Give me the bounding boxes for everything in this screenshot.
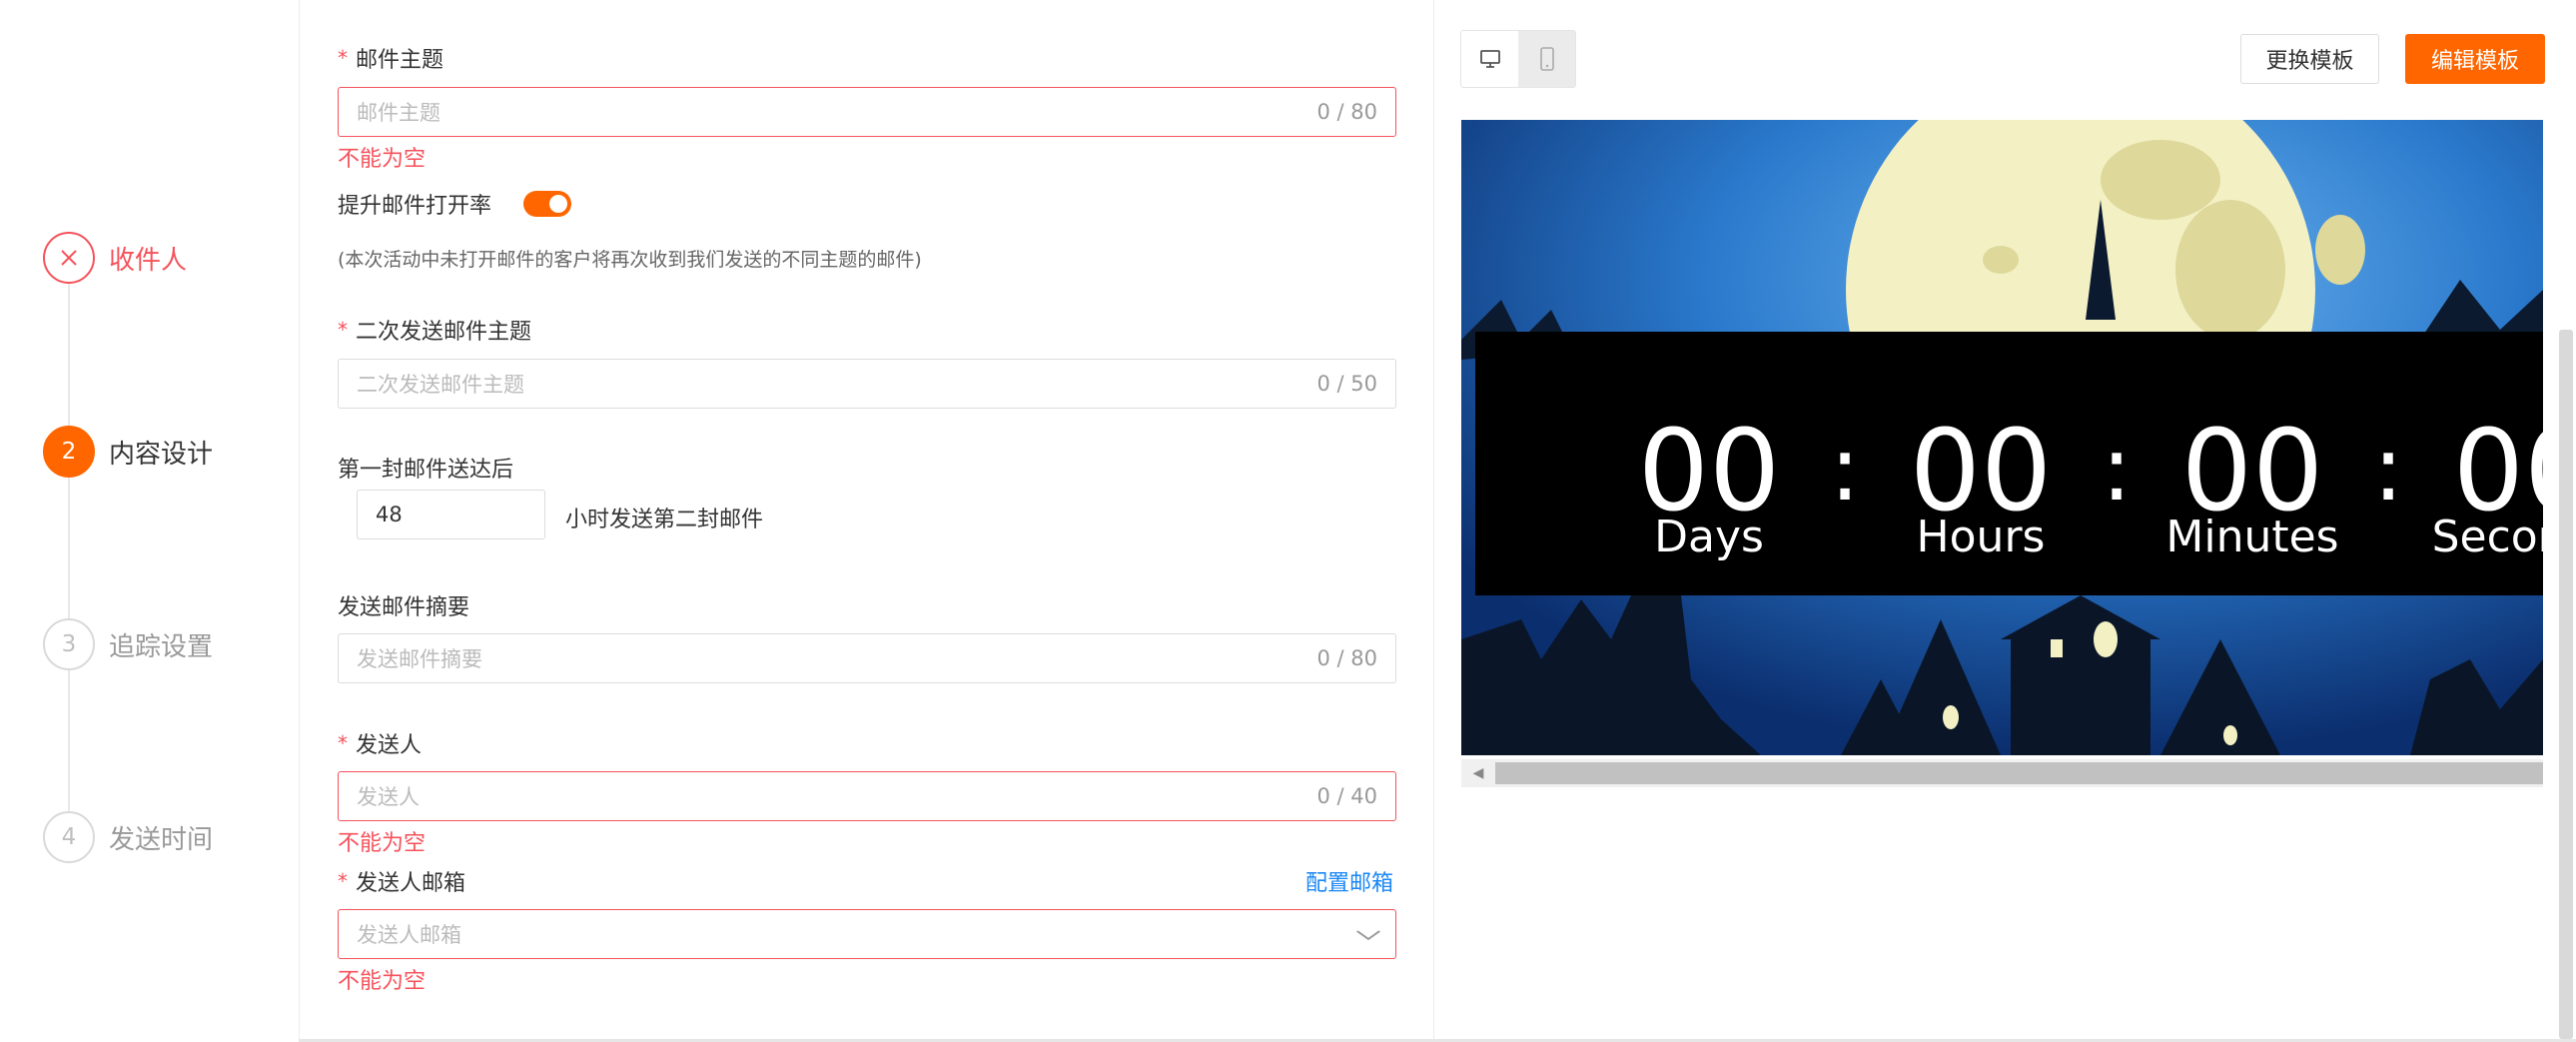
step-content-design[interactable]: 2 内容设计 bbox=[43, 426, 213, 478]
char-counter: 0 / 80 bbox=[1316, 100, 1377, 124]
step-label: 发送时间 bbox=[109, 824, 214, 855]
page: 收件人 2 内容设计 3 追踪设置 4 发送时间 * 邮件主题 邮件主题 0 /… bbox=[0, 0, 2576, 1042]
step-number: 4 bbox=[43, 811, 95, 863]
countdown-separator: : bbox=[2373, 417, 2403, 521]
countdown-seconds-label: Seconds bbox=[2432, 512, 2543, 562]
label-text: 邮件主题 bbox=[356, 48, 444, 73]
step-tracking-settings[interactable]: 3 追踪设置 bbox=[43, 618, 213, 670]
scroll-left-icon[interactable]: ◀ bbox=[1461, 759, 1495, 787]
edit-template-button[interactable]: 编辑模板 bbox=[2405, 34, 2545, 84]
sender-input[interactable]: 发送人 0 / 40 bbox=[338, 771, 1396, 821]
step-recipients[interactable]: 收件人 bbox=[43, 232, 187, 284]
second-subject-input[interactable]: 二次发送邮件主题 0 / 50 bbox=[338, 359, 1396, 409]
mobile-icon bbox=[1539, 47, 1554, 71]
char-counter: 0 / 80 bbox=[1316, 646, 1377, 670]
subject-label: * 邮件主题 bbox=[338, 42, 443, 74]
countdown-days-label: Days bbox=[1654, 512, 1764, 562]
step-label: 追踪设置 bbox=[109, 631, 214, 662]
sender-email-label: * 发送人邮箱 bbox=[338, 865, 465, 897]
page-vertical-scrollbar[interactable] bbox=[2559, 330, 2573, 1039]
countdown-separator: : bbox=[2102, 417, 2132, 521]
sender-placeholder: 发送人 bbox=[357, 785, 420, 809]
boost-open-rate-row: 提升邮件打开率 bbox=[338, 188, 572, 220]
countdown-minutes-label: Minutes bbox=[2165, 512, 2338, 562]
sender-email-select[interactable]: 发送人邮箱 bbox=[338, 909, 1396, 959]
subject-placeholder: 邮件主题 bbox=[357, 101, 440, 125]
step-connector-line bbox=[68, 260, 70, 839]
char-counter: 0 / 40 bbox=[1316, 784, 1377, 808]
label-text: 二次发送邮件主题 bbox=[356, 320, 532, 345]
required-mark: * bbox=[338, 731, 348, 755]
second-subject-label: * 二次发送邮件主题 bbox=[338, 314, 531, 346]
step-number: 2 bbox=[43, 426, 95, 478]
step-label: 内容设计 bbox=[109, 439, 214, 470]
required-mark: * bbox=[338, 46, 348, 70]
sender-label: * 发送人 bbox=[338, 727, 422, 759]
label-text: 发送人 bbox=[356, 733, 423, 758]
label-text: 发送人邮箱 bbox=[356, 871, 466, 896]
sender-email-error: 不能为空 bbox=[338, 969, 427, 994]
boost-label: 提升邮件打开率 bbox=[338, 194, 492, 219]
delay-label: 第一封邮件送达后 bbox=[338, 452, 513, 484]
summary-input[interactable]: 发送邮件摘要 0 / 80 bbox=[338, 633, 1396, 683]
mobile-view-button[interactable] bbox=[1518, 31, 1575, 87]
subject-error: 不能为空 bbox=[338, 147, 427, 172]
summary-placeholder: 发送邮件摘要 bbox=[357, 647, 482, 671]
step-label: 收件人 bbox=[109, 245, 188, 276]
boost-hint: (本次活动中未打开邮件的客户将再次收到我们发送的不同主题的邮件) bbox=[338, 249, 922, 271]
desktop-icon bbox=[1479, 50, 1500, 68]
halloween-banner: 00 : 00 : 00 : 00 Days Hours Minutes Sec… bbox=[1461, 120, 2543, 755]
countdown-separator: : bbox=[1830, 417, 1860, 521]
delay-hours-suffix: 小时发送第二封邮件 bbox=[565, 508, 764, 532]
required-mark: * bbox=[338, 869, 348, 893]
sender-email-placeholder: 发送人邮箱 bbox=[357, 923, 461, 947]
step-number: 3 bbox=[43, 618, 95, 670]
boost-toggle[interactable] bbox=[523, 191, 572, 217]
required-mark: * bbox=[338, 318, 348, 342]
chevron-down-icon bbox=[1355, 922, 1380, 946]
step-error-icon bbox=[43, 232, 95, 284]
email-preview: 00 : 00 : 00 : 00 Days Hours Minutes Sec… bbox=[1461, 120, 2543, 755]
change-template-button[interactable]: 更换模板 bbox=[2240, 34, 2379, 84]
configure-mailbox-link[interactable]: 配置邮箱 bbox=[1305, 865, 1393, 897]
countdown-hours-label: Hours bbox=[1917, 512, 2046, 562]
second-subject-placeholder: 二次发送邮件主题 bbox=[357, 373, 524, 397]
label-text: 第一封邮件送达后 bbox=[338, 458, 514, 483]
step-navigation: 收件人 2 内容设计 3 追踪设置 4 发送时间 bbox=[0, 0, 299, 1042]
scrollbar-thumb[interactable] bbox=[1495, 762, 2543, 784]
preview-horizontal-scrollbar[interactable]: ◀ bbox=[1461, 759, 2543, 787]
char-counter: 0 / 50 bbox=[1316, 372, 1377, 396]
summary-label: 发送邮件摘要 bbox=[338, 589, 469, 621]
desktop-view-button[interactable] bbox=[1461, 31, 1518, 87]
device-switcher bbox=[1460, 30, 1576, 88]
toggle-knob bbox=[549, 195, 568, 213]
delay-hours-input[interactable]: 48 bbox=[357, 490, 545, 539]
step-send-time[interactable]: 4 发送时间 bbox=[43, 811, 213, 863]
subject-input[interactable]: 邮件主题 0 / 80 bbox=[338, 87, 1396, 137]
label-text: 发送邮件摘要 bbox=[338, 595, 470, 620]
sender-error: 不能为空 bbox=[338, 831, 427, 856]
